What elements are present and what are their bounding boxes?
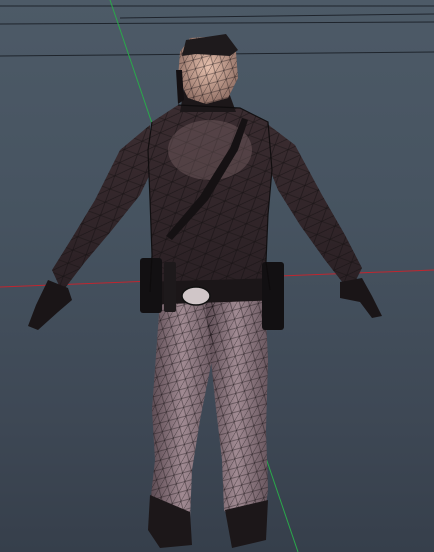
holster (262, 262, 284, 330)
belt-buckle (181, 286, 211, 306)
character-mesh[interactable] (28, 34, 382, 548)
3d-viewport[interactable] (0, 0, 434, 552)
right-hand (340, 278, 382, 318)
viewport-canvas[interactable] (0, 0, 434, 552)
left-hand (28, 280, 72, 330)
hair (182, 34, 238, 56)
